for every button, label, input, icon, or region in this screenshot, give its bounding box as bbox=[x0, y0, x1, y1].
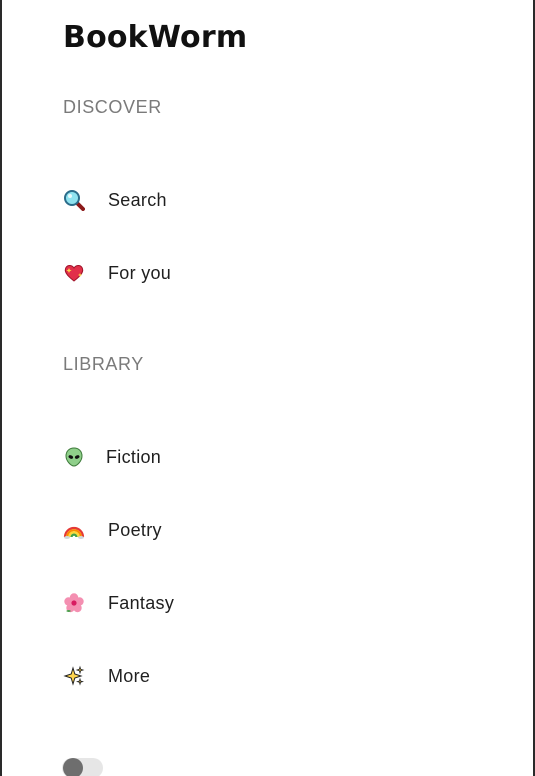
nav-item-label: Fantasy bbox=[108, 592, 175, 613]
nav-item-more[interactable]: More bbox=[62, 661, 150, 691]
nav-item-label: For you bbox=[108, 262, 172, 283]
section-title-discover: DISCOVER bbox=[63, 97, 162, 117]
sparkles-icon bbox=[62, 664, 86, 688]
nav-item-label: More bbox=[108, 665, 151, 686]
nav-item-fiction[interactable]: Fiction bbox=[62, 442, 161, 472]
toggle-knob bbox=[63, 758, 83, 776]
nav-item-poetry[interactable]: Poetry bbox=[62, 515, 162, 545]
nav-item-label: Poetry bbox=[108, 519, 162, 540]
nav-item-for-you[interactable]: For you bbox=[62, 258, 171, 288]
magnifying-glass-icon bbox=[62, 188, 86, 212]
sidebar: BookWorm DISCOVER Search For you LIBRARY bbox=[0, 0, 535, 776]
nav-item-label: Fiction bbox=[106, 446, 162, 467]
section-title-library: LIBRARY bbox=[63, 354, 144, 374]
rainbow-icon bbox=[62, 518, 86, 542]
nav-item-fantasy[interactable]: Fantasy bbox=[62, 588, 174, 618]
sparkling-heart-icon bbox=[62, 261, 86, 285]
app-logo-title[interactable]: BookWorm bbox=[63, 20, 247, 55]
hibiscus-icon bbox=[62, 591, 86, 615]
theme-toggle[interactable] bbox=[62, 758, 103, 776]
nav-item-label: Search bbox=[108, 189, 167, 210]
nav-item-search[interactable]: Search bbox=[62, 185, 167, 215]
alien-icon bbox=[62, 445, 86, 469]
